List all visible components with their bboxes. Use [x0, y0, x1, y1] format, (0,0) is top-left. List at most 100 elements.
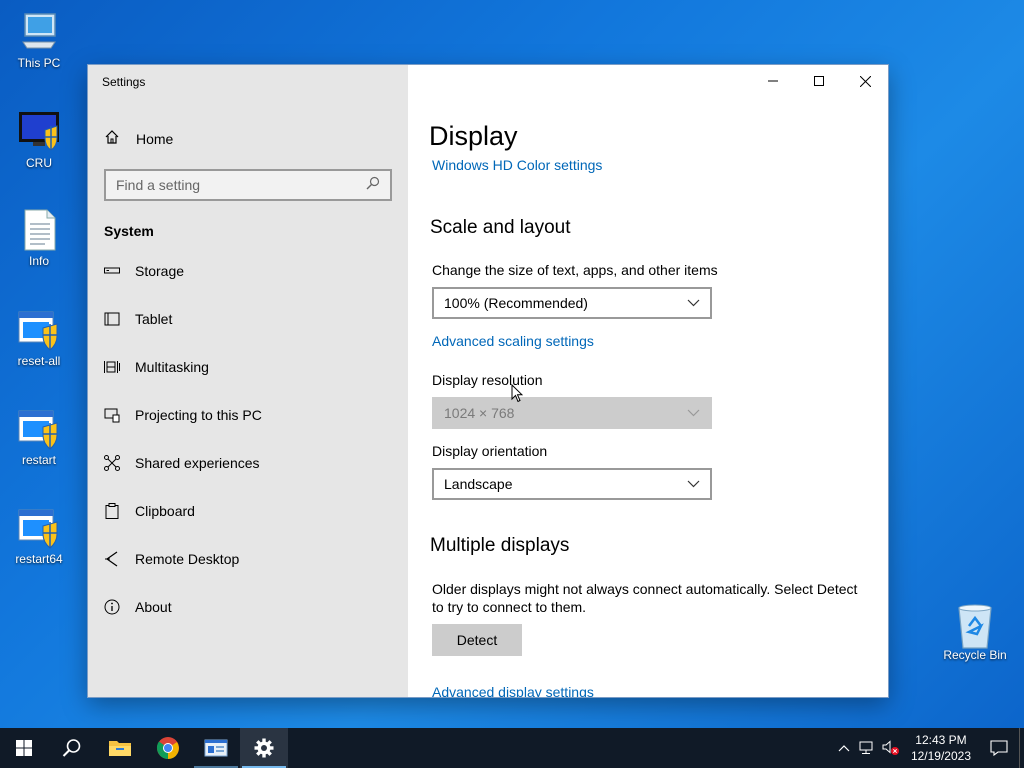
- volume-button[interactable]: [879, 728, 903, 768]
- desktop-icon-label: restart: [21, 453, 56, 467]
- desktop-icon-restart64[interactable]: restart64: [4, 506, 74, 566]
- orientation-label: Display orientation: [432, 443, 548, 459]
- sidebar-item-projecting[interactable]: Projecting to this PC: [104, 391, 262, 439]
- sidebar-item-label: Projecting to this PC: [135, 407, 262, 423]
- minimize-button[interactable]: [750, 65, 796, 97]
- advanced-scaling-link[interactable]: Advanced scaling settings: [432, 333, 594, 349]
- recycle-bin-icon: [953, 602, 997, 649]
- sidebar-item-label: Multitasking: [135, 359, 209, 375]
- orientation-dropdown[interactable]: Landscape: [432, 468, 712, 500]
- app-window-icon: [204, 739, 228, 757]
- clock-time: 12:43 PM: [915, 733, 967, 747]
- sidebar-item-label: Storage: [135, 263, 185, 279]
- multiple-displays-description: Older displays might not always connect …: [432, 581, 858, 615]
- sidebar-item-remote-desktop[interactable]: Remote Desktop: [104, 535, 262, 583]
- shield-app-icon: [17, 506, 61, 550]
- nav-home[interactable]: Home: [104, 129, 173, 148]
- folder-icon: [109, 741, 131, 756]
- display-settings-pane: Display Windows HD Color settings Scale …: [408, 65, 888, 697]
- info-icon: [104, 599, 135, 615]
- sidebar-item-multitasking[interactable]: Multitasking: [104, 343, 262, 391]
- caption-buttons: [750, 65, 888, 97]
- monitor-shield-icon: [17, 110, 61, 154]
- desktop-icon-label: CRU: [26, 156, 52, 170]
- sidebar-item-tablet[interactable]: Tablet: [104, 295, 262, 343]
- orientation-value: Landscape: [444, 476, 513, 492]
- section-title-system: System: [104, 223, 154, 239]
- resolution-value: 1024 × 768: [444, 405, 515, 421]
- nav-list: Storage Tablet Multitasking Projecting t…: [104, 247, 262, 631]
- settings-taskbar-button[interactable]: [240, 728, 288, 768]
- nav-home-label: Home: [136, 130, 174, 147]
- shield-app-icon: [17, 407, 61, 451]
- system-tray: 12:43 PM 12/19/2023: [833, 728, 1024, 768]
- action-center-button[interactable]: [979, 728, 1019, 768]
- shared-experiences-icon: [104, 455, 135, 471]
- clipboard-icon: [104, 503, 135, 519]
- resolution-label: Display resolution: [432, 372, 543, 388]
- scale-label: Change the size of text, apps, and other…: [432, 262, 718, 278]
- remote-desktop-icon: [104, 551, 135, 567]
- chrome-icon: [156, 737, 179, 759]
- window-title: Settings: [102, 75, 146, 89]
- scale-layout-heading: Scale and layout: [430, 217, 571, 238]
- desktop-icon-info[interactable]: Info: [4, 208, 74, 268]
- shield-app-icon: [17, 308, 61, 352]
- gear-icon: [254, 738, 274, 758]
- desktop-icon-label: Recycle Bin: [943, 648, 1007, 662]
- projecting-icon: [104, 407, 135, 423]
- storage-icon: [104, 263, 135, 279]
- file-explorer-button[interactable]: [96, 728, 144, 768]
- search-box[interactable]: [104, 169, 392, 201]
- search-input[interactable]: [116, 177, 356, 193]
- desktop-icon-recycle-bin[interactable]: Recycle Bin: [940, 602, 1010, 662]
- desktop-icon-reset-all[interactable]: reset-all: [4, 308, 74, 368]
- sidebar-item-label: Tablet: [135, 311, 173, 327]
- chrome-button[interactable]: [144, 728, 192, 768]
- desktop-icon-restart[interactable]: restart: [4, 407, 74, 467]
- advanced-display-settings-link[interactable]: Advanced display settings: [432, 684, 594, 697]
- search-icon[interactable]: [366, 176, 380, 195]
- app-window-button[interactable]: [192, 728, 240, 768]
- network-icon: [859, 741, 873, 754]
- desktop-icon-this-pc[interactable]: This PC: [4, 10, 74, 70]
- settings-sidebar: Settings Home System Storage Tablet: [88, 65, 408, 697]
- clock[interactable]: 12:43 PM 12/19/2023: [903, 732, 979, 764]
- search-taskbar-button[interactable]: [48, 728, 96, 768]
- show-desktop-button[interactable]: [1019, 728, 1024, 768]
- sidebar-item-label: Remote Desktop: [135, 551, 240, 567]
- sidebar-item-clipboard[interactable]: Clipboard: [104, 487, 262, 535]
- sidebar-item-label: Clipboard: [135, 503, 195, 519]
- start-button[interactable]: [0, 728, 48, 768]
- scale-dropdown[interactable]: 100% (Recommended): [432, 287, 712, 319]
- sidebar-item-about[interactable]: About: [104, 583, 262, 631]
- home-icon: [104, 129, 136, 148]
- desktop-icon-label: reset-all: [17, 354, 61, 368]
- document-icon: [17, 208, 61, 252]
- resolution-dropdown[interactable]: 1024 × 768: [432, 397, 712, 429]
- sidebar-item-storage[interactable]: Storage: [104, 247, 262, 295]
- clock-date: 12/19/2023: [910, 749, 971, 763]
- network-button[interactable]: [855, 728, 879, 768]
- desktop-icon-label: Info: [28, 254, 49, 268]
- show-hidden-icons-button[interactable]: [833, 728, 855, 768]
- hd-color-settings-link[interactable]: Windows HD Color settings: [432, 157, 602, 173]
- notifications-icon: [990, 740, 1008, 756]
- multitasking-icon: [104, 359, 135, 375]
- sidebar-item-label: Shared experiences: [135, 455, 260, 471]
- tablet-icon: [104, 311, 135, 327]
- maximize-button[interactable]: [796, 65, 842, 97]
- search-icon: [62, 739, 81, 757]
- close-button[interactable]: [842, 65, 888, 97]
- detect-button[interactable]: Detect: [432, 624, 522, 656]
- multiple-displays-heading: Multiple displays: [430, 535, 570, 556]
- desktop-icon-label: restart64: [15, 552, 63, 566]
- desktop-icon-label: This PC: [17, 56, 61, 70]
- desktop-icon-cru[interactable]: CRU: [4, 110, 74, 170]
- scale-value: 100% (Recommended): [444, 295, 588, 311]
- sidebar-item-shared-experiences[interactable]: Shared experiences: [104, 439, 262, 487]
- taskbar: 12:43 PM 12/19/2023: [0, 728, 1024, 768]
- minimize-icon: [768, 80, 778, 82]
- settings-window: Settings Home System Storage Tablet: [88, 65, 888, 697]
- sidebar-item-label: About: [135, 599, 172, 615]
